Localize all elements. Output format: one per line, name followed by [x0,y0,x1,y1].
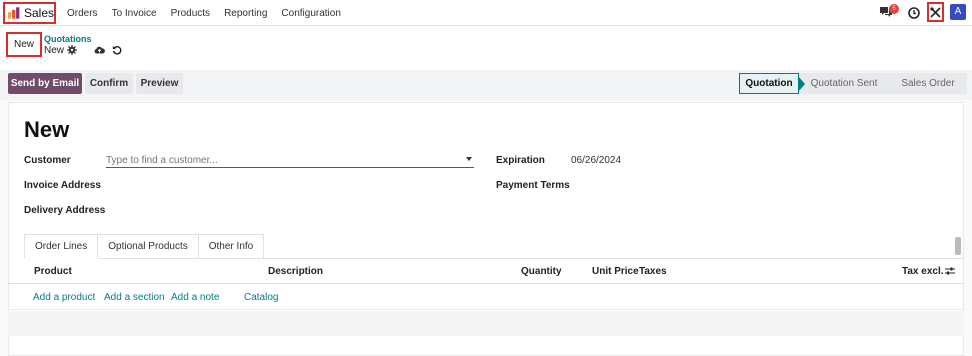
column-description[interactable]: Description [268,266,323,277]
app-brand[interactable]: Sales [3,2,56,24]
new-record-button[interactable]: New [6,32,42,57]
record-title: New [24,117,70,142]
add-line-row: Add a product Add a section Add a note C… [8,285,964,310]
cloud-upload-icon[interactable] [94,45,105,55]
tab-optional-products[interactable]: Optional Products [98,234,199,259]
top-navbar: Sales Orders To Invoice Products Reporti… [0,0,972,26]
menu-item-to-invoice[interactable]: To Invoice [112,8,157,19]
stage-label: Quotation [745,78,793,89]
status-bar: Quotation Quotation Sent Sales Order [739,73,967,94]
add-note-link[interactable]: Add a note [171,292,219,303]
add-product-link[interactable]: Add a product [33,292,95,303]
customer-label: Customer [24,155,71,166]
delivery-address-label: Delivery Address [24,205,106,216]
menu-item-configuration[interactable]: Configuration [281,8,340,19]
send-by-email-button[interactable]: Send by Email [8,73,82,94]
debug-tools-button[interactable] [927,2,944,22]
undo-icon[interactable] [112,45,122,55]
action-bar: Send by Email Confirm Preview Quotation … [0,70,972,100]
sales-app-icon [8,7,20,19]
chat-notification-badge: 5 [889,4,899,14]
customer-input[interactable] [106,153,456,167]
stage-sales-order[interactable]: Sales Order [889,73,967,94]
menu-item-products[interactable]: Products [171,8,210,19]
column-tax-excl[interactable]: Tax excl. [902,266,944,277]
optional-columns-icon[interactable] [945,266,955,276]
preview-button[interactable]: Preview [136,73,183,94]
invoice-address-label: Invoice Address [24,180,101,191]
app-name: Sales [23,6,54,20]
dropdown-caret-icon[interactable] [466,157,472,161]
column-taxes[interactable]: Taxes [639,266,667,277]
stage-quotation-sent[interactable]: Quotation Sent [799,73,889,94]
add-section-link[interactable]: Add a section [104,292,165,303]
breadcrumb-current-record: New [44,45,65,56]
stage-quotation[interactable]: Quotation [739,73,805,94]
tools-icon [930,6,941,18]
order-lines-header: Product Description Quantity Unit Price … [8,259,964,284]
catalog-link[interactable]: Catalog [244,292,278,303]
notebook-tabs: Order Lines Optional Products Other Info [24,234,265,259]
column-product[interactable]: Product [34,266,72,277]
breadcrumb-quotations[interactable]: Quotations [44,34,92,44]
menu-item-reporting[interactable]: Reporting [224,8,267,19]
gear-icon[interactable] [67,45,77,55]
menu-item-orders[interactable]: Orders [67,8,98,19]
stage-label: Sales Order [901,78,955,89]
tab-order-lines[interactable]: Order Lines [24,234,99,259]
tab-other-info[interactable]: Other Info [198,234,265,259]
scrollbar[interactable] [955,237,961,255]
column-unit-price[interactable]: Unit Price [592,266,639,277]
main-menu: Orders To Invoice Products Reporting Con… [67,0,355,26]
confirm-button[interactable]: Confirm [85,73,133,94]
stage-label: Quotation Sent [810,78,878,89]
empty-table-row [8,311,964,336]
customer-field[interactable] [106,153,474,168]
payment-terms-label: Payment Terms [496,180,570,191]
stage-arrow [798,76,805,92]
clock-icon[interactable] [908,7,920,19]
user-avatar[interactable]: A [950,4,966,20]
column-quantity[interactable]: Quantity [521,266,562,277]
expiration-date-field[interactable]: 06/26/2024 [571,155,621,166]
expiration-label: Expiration [496,155,545,166]
